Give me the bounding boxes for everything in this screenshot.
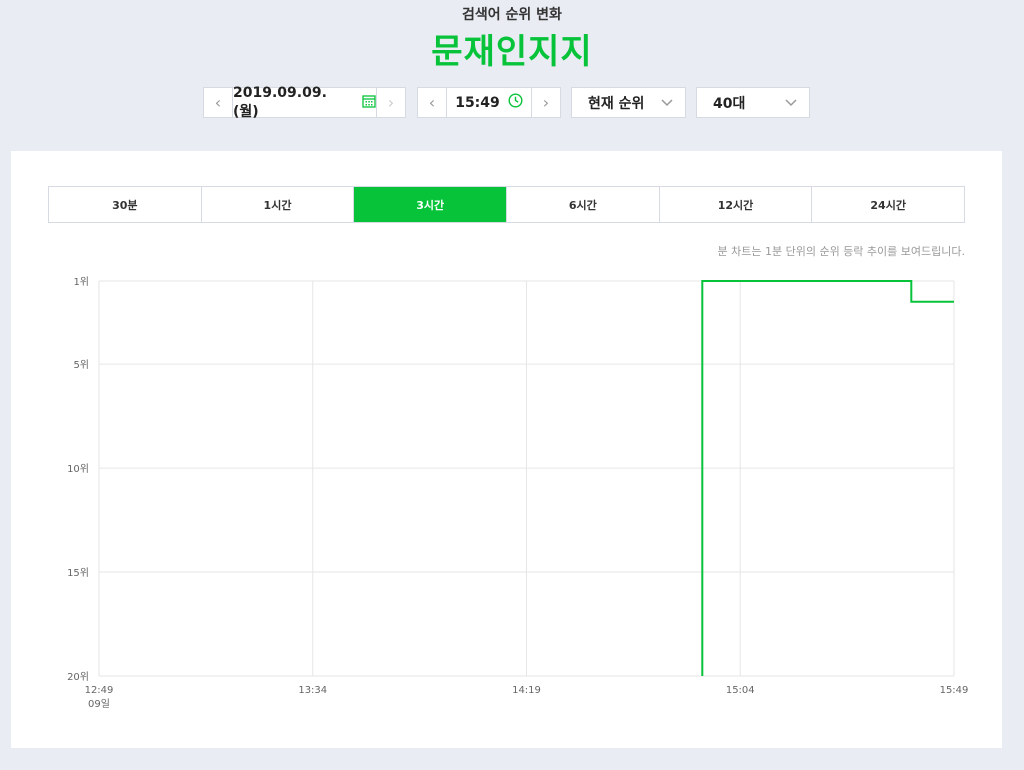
y-tick-label: 5위 [73,358,89,371]
x-tick-label: 12:49 [85,685,114,696]
rank-chart: 1위 5위 10위 15위 20위 12:49 09일 13:34 14:19 15:04 15:4… [67,275,969,710]
chevron-down-icon [661,96,673,110]
time-prev-button[interactable]: ‹ [418,88,447,117]
chevron-down-icon [785,96,797,110]
date-next-button[interactable]: › [376,88,405,117]
y-tick-label: 15위 [67,566,89,579]
clock-icon[interactable] [508,93,523,112]
time-value: 15:49 [455,94,500,111]
date-value: 2019.09.09. (월) [233,84,327,120]
chart-panel: 30분 1시간 3시간 6시간 12시간 24시간 분 차트는 1분 단위의 순… [11,151,1002,748]
y-tick-label: 1위 [73,275,89,288]
time-control: ‹ 15:49 › [417,87,561,118]
y-tick-label: 20위 [67,670,89,683]
x-tick-label: 13:34 [298,685,327,696]
rank-select-value: 현재 순위 [588,95,645,112]
x-tick-sublabel: 09일 [88,698,110,710]
x-tick-label: 14:19 [512,685,541,696]
page-subtitle: 검색어 순위 변화 [462,7,562,23]
y-tick-label: 10위 [67,462,89,475]
date-control: ‹ 2019.09.09. (월) › [203,85,406,120]
chevron-left-icon: ‹ [428,93,436,112]
rank-select[interactable]: 현재 순위 [571,87,686,118]
calendar-icon[interactable] [362,94,376,112]
chevron-left-icon: ‹ [214,93,222,112]
x-tick-label: 15:04 [726,685,755,696]
x-tick-label: 15:49 [940,685,969,696]
chevron-right-icon: › [542,93,550,112]
time-display[interactable]: 15:49 [447,88,531,117]
time-next-button[interactable]: › [531,88,560,117]
chevron-right-icon: › [387,93,395,112]
age-select[interactable]: 40대 [696,87,810,118]
date-display[interactable]: 2019.09.09. (월) [233,85,376,120]
page-title: 문재인지지 [431,32,593,72]
age-select-value: 40대 [713,95,746,112]
date-prev-button[interactable]: ‹ [204,88,233,117]
